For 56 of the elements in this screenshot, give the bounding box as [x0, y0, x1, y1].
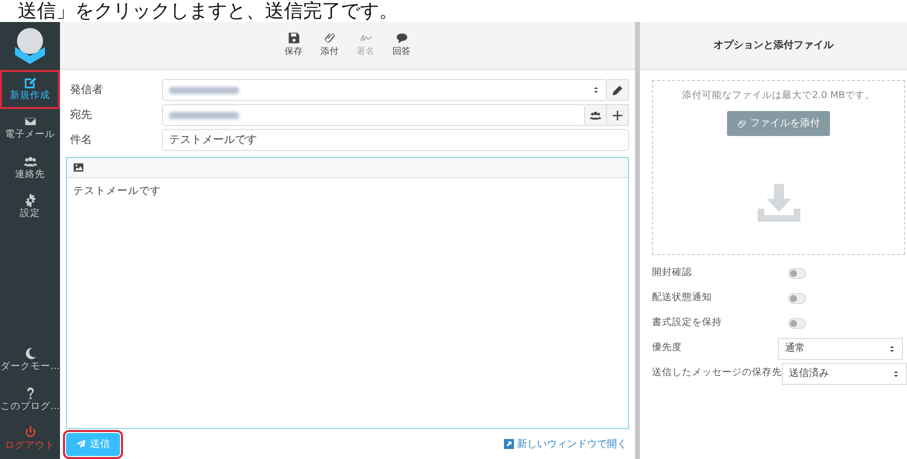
compose-icon: [24, 76, 36, 89]
contacts-button[interactable]: [585, 104, 607, 126]
caption-text: 送信」をクリックしますと、送信完了です。: [17, 0, 399, 22]
paperclip-icon: [324, 32, 336, 44]
sidebar-item[interactable]: 新規作成: [0, 70, 60, 110]
sidebar-item[interactable]: このブログ…: [0, 380, 60, 420]
recipient-field[interactable]: [162, 104, 585, 126]
option-label: 開封確認: [652, 266, 693, 280]
editor-area[interactable]: テストメールです: [66, 157, 629, 429]
moon-icon: [24, 347, 36, 360]
envelope-icon: [24, 115, 36, 128]
blurred-value: [169, 86, 239, 94]
speech-bubble-icon: [396, 32, 408, 44]
select-arrows-icon: [892, 370, 900, 378]
option-select[interactable]: 送信済み: [782, 362, 907, 384]
body-text: テストメールです: [73, 185, 161, 197]
add-button[interactable]: [607, 104, 629, 126]
toggle-switch[interactable]: [788, 293, 806, 304]
sidebar-item[interactable]: 連絡先: [0, 148, 60, 188]
field-label: 発信者: [69, 82, 104, 98]
option-label: 送信したメッセージの保存先: [652, 366, 782, 380]
external-link-icon: [504, 439, 514, 449]
sidebar-item[interactable]: 設定: [0, 188, 60, 227]
option-label: 書式設定を保持: [652, 316, 723, 330]
panel-title: オプションと添付ファイル: [640, 22, 907, 70]
option-select[interactable]: 通常: [778, 338, 903, 360]
paperclip-icon: [737, 118, 747, 129]
download-icon: [756, 182, 802, 222]
blurred-value: [169, 112, 239, 118]
toggle-switch[interactable]: [788, 318, 806, 329]
image-icon: [73, 162, 84, 173]
field-label: 件名: [69, 132, 93, 148]
toolbar-button[interactable]: 保存: [284, 32, 302, 60]
attachment-note: 添付可能なファイルは最大で2.0 MBです。: [682, 89, 875, 103]
select-arrows-icon: [888, 344, 896, 352]
pencil-icon: [612, 84, 623, 96]
plus-icon: [612, 110, 623, 120]
floppy-icon: [288, 32, 300, 44]
gear-icon: [24, 194, 36, 207]
open-window-link[interactable]: 新しいウィンドウで開く: [504, 436, 627, 452]
people-icon: [590, 110, 601, 120]
toggle-switch[interactable]: [788, 268, 806, 279]
power-icon: [24, 426, 36, 439]
logo-icon: [12, 27, 48, 65]
toolbar-button[interactable]: 回答: [392, 32, 410, 60]
field-label: 宛先: [69, 106, 93, 123]
option-label: 優先度: [652, 341, 683, 356]
sidebar-item[interactable]: ダークモー…: [0, 341, 60, 380]
send-icon: [76, 438, 86, 449]
toolbar-button[interactable]: 添付: [320, 32, 338, 60]
subject-field[interactable]: テストメールです: [162, 129, 629, 151]
contacts-icon: [24, 154, 36, 168]
edit-button[interactable]: [607, 79, 629, 101]
option-label: 配送状態通知: [652, 291, 713, 306]
sidebar-item[interactable]: 電子メール: [0, 109, 60, 148]
select-arrows-icon: [592, 86, 600, 94]
